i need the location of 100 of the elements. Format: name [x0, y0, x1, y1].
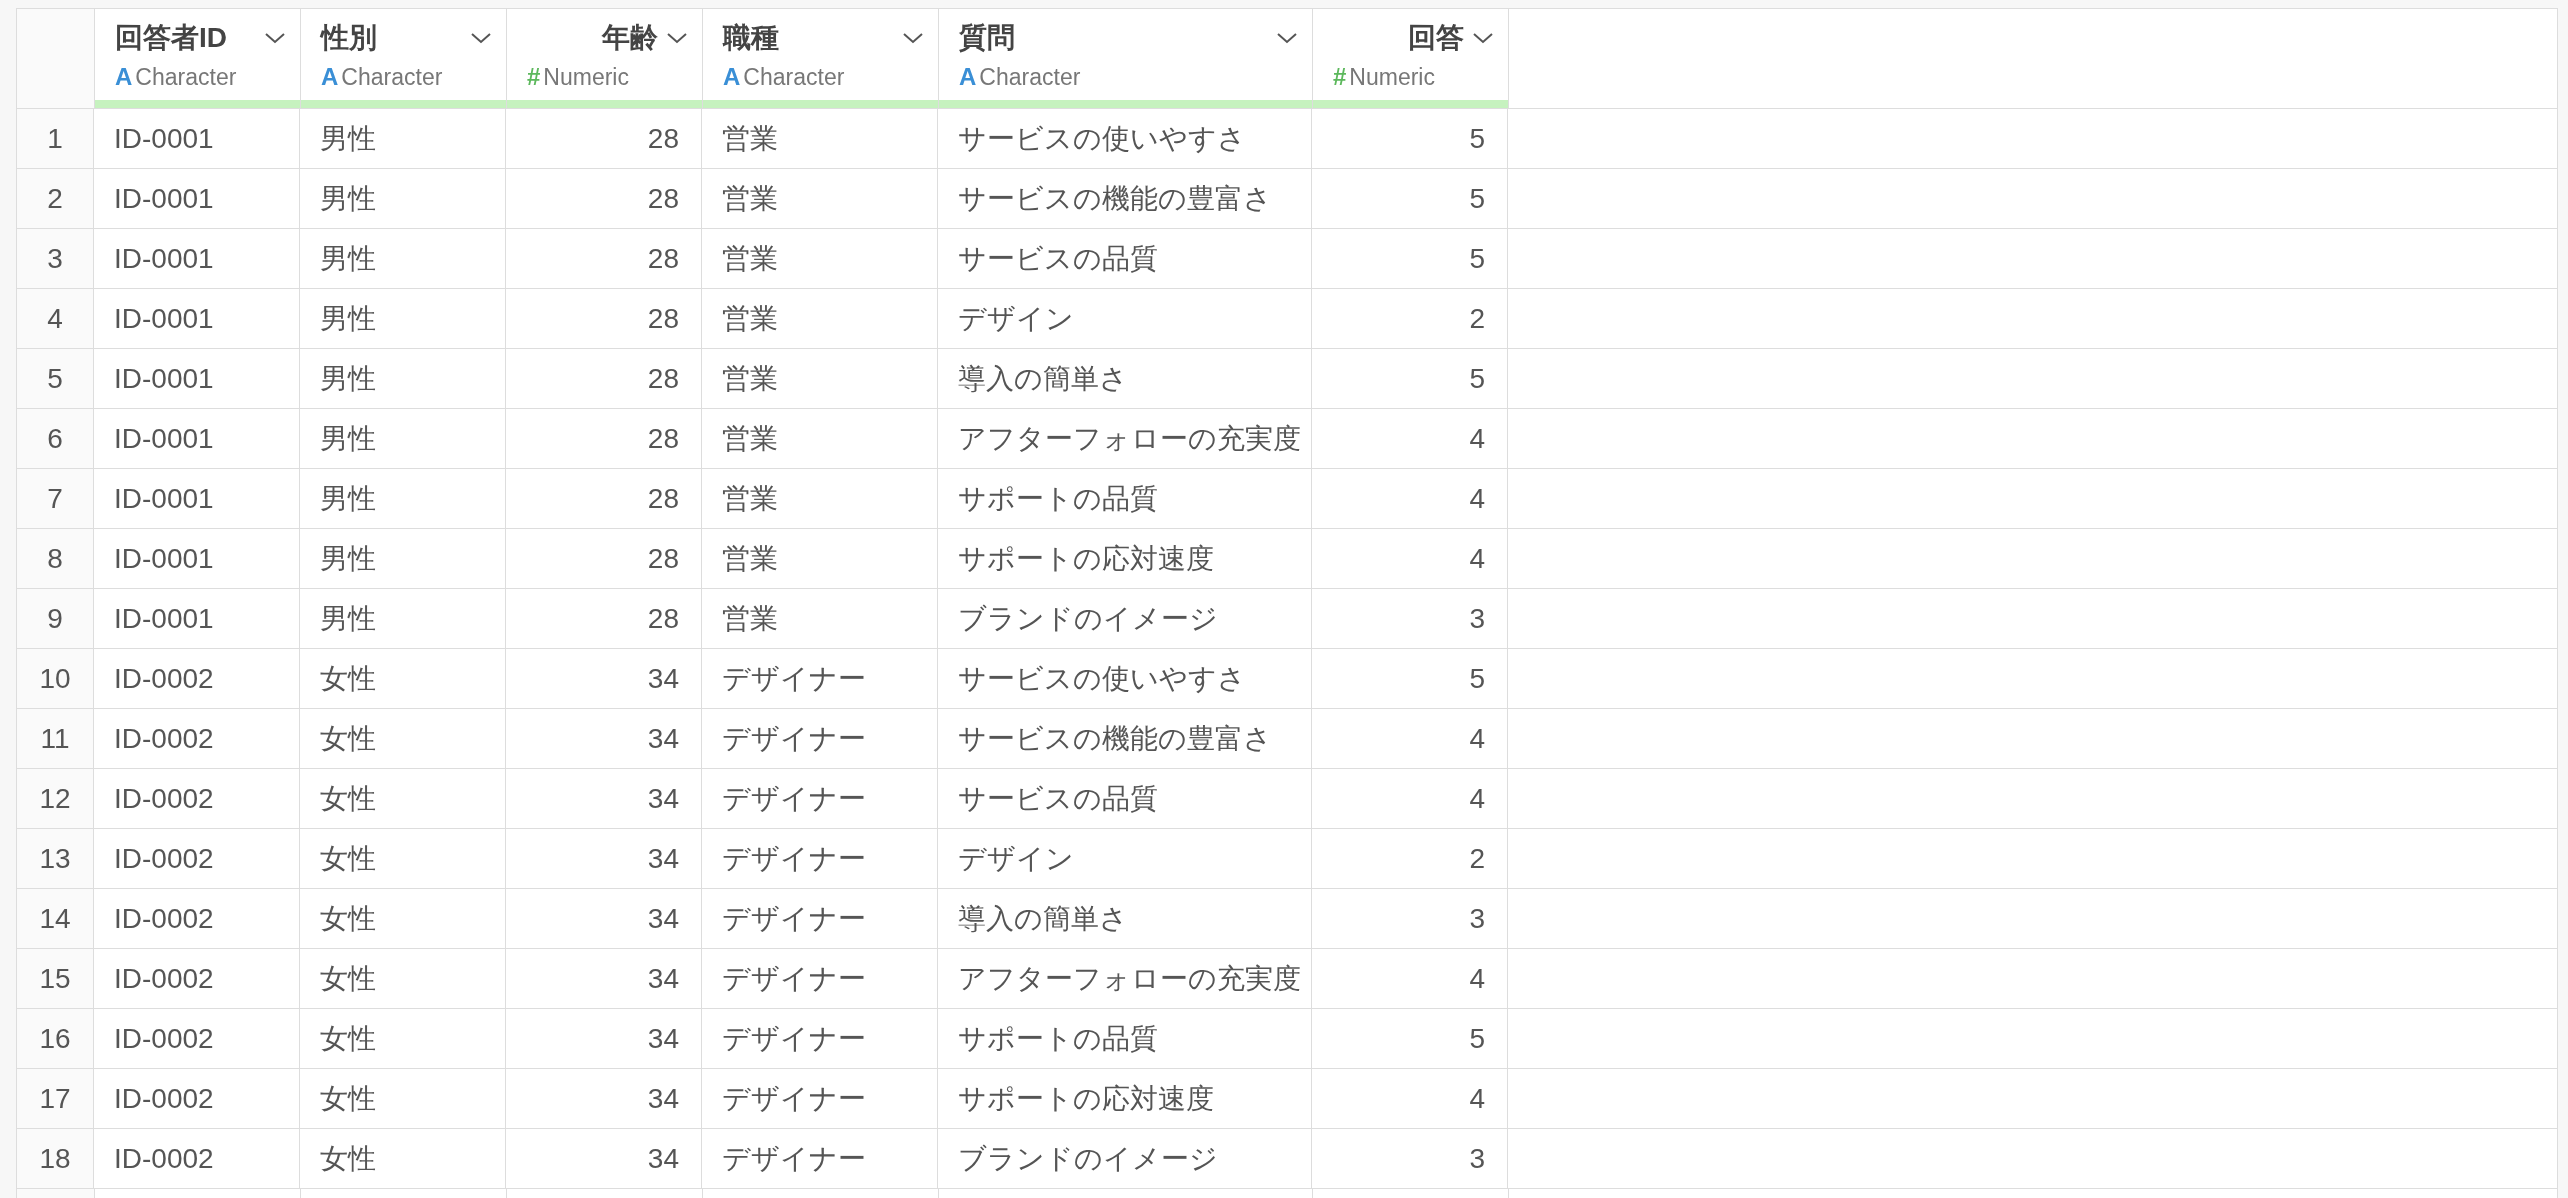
- table-cell: 男性: [300, 169, 506, 228]
- chevron-down-icon[interactable]: [1472, 31, 1494, 45]
- table-cell: 営業: [702, 589, 938, 648]
- table-cell: ID-0001: [94, 109, 300, 168]
- column-type: Character: [979, 64, 1081, 91]
- chevron-down-icon[interactable]: [470, 31, 492, 45]
- table-cell: アフターフォローの充実度: [938, 409, 1312, 468]
- chevron-down-icon[interactable]: [264, 31, 286, 45]
- table-cell: 男性: [300, 289, 506, 348]
- row-number: 14: [17, 889, 94, 948]
- row-number: 2: [17, 169, 94, 228]
- table-cell: 男性: [300, 409, 506, 468]
- table-cell: 4: [1312, 529, 1508, 588]
- table-cell: 男性: [300, 349, 506, 408]
- table-cell: サポートの応対速度: [938, 1069, 1312, 1128]
- table-cell: ID-0001: [94, 469, 300, 528]
- column-header[interactable]: 回答者ID: [115, 19, 256, 57]
- type-icon: A: [723, 63, 741, 91]
- table-cell: デザイン: [938, 829, 1312, 888]
- table-cell: 28: [506, 589, 702, 648]
- table-cell: 営業: [702, 529, 938, 588]
- table-cell: 5: [1312, 229, 1508, 288]
- table-cell: 28: [506, 469, 702, 528]
- chevron-down-icon[interactable]: [902, 31, 924, 45]
- table-cell: ID-0001: [94, 229, 300, 288]
- table-cell: 男性: [300, 229, 506, 288]
- row-number: 18: [17, 1129, 94, 1188]
- table-cell: デザイナー: [702, 889, 938, 948]
- table-cell: 営業: [702, 109, 938, 168]
- column-header[interactable]: 質問: [959, 19, 1268, 57]
- table-cell: 4: [1312, 949, 1508, 1008]
- table-cell: 4: [1312, 1069, 1508, 1128]
- column-header[interactable]: 年齢: [602, 19, 658, 57]
- chevron-down-icon[interactable]: [1276, 31, 1298, 45]
- table-cell: サポートの応対速度: [938, 529, 1312, 588]
- table-cell: 男性: [300, 589, 506, 648]
- type-icon: A: [115, 63, 133, 91]
- column-header[interactable]: 回答: [1408, 19, 1464, 57]
- column-type: Numeric: [1349, 64, 1435, 91]
- row-number: 8: [17, 529, 94, 588]
- table-cell: サービスの品質: [938, 769, 1312, 828]
- chevron-down-icon[interactable]: [666, 31, 688, 45]
- table-cell: ID-0002: [94, 829, 300, 888]
- table-cell: ID-0001: [94, 589, 300, 648]
- table-cell: 28: [506, 349, 702, 408]
- table-cell: 4: [1312, 409, 1508, 468]
- type-icon: A: [959, 63, 977, 91]
- row-number: 7: [17, 469, 94, 528]
- table-cell: 3: [1312, 589, 1508, 648]
- table-cell: 34: [506, 1069, 702, 1128]
- table-cell: サポートの品質: [938, 469, 1312, 528]
- column-header[interactable]: 職種: [723, 19, 894, 57]
- table-cell: 女性: [300, 949, 506, 1008]
- column-type: Numeric: [543, 64, 629, 91]
- table-cell: 4: [1312, 769, 1508, 828]
- table-cell: ID-0002: [94, 889, 300, 948]
- table-cell: 28: [506, 529, 702, 588]
- table-cell: サービスの機能の豊富さ: [938, 709, 1312, 768]
- column-header[interactable]: 性別: [321, 19, 462, 57]
- table-cell: 28: [506, 229, 702, 288]
- table-cell: 5: [1312, 649, 1508, 708]
- type-icon: #: [1333, 63, 1347, 91]
- table-cell: 28: [506, 409, 702, 468]
- type-icon: #: [527, 63, 541, 91]
- table-cell: アフターフォローの充実度: [938, 949, 1312, 1008]
- row-number: 10: [17, 649, 94, 708]
- column-type: Character: [341, 64, 443, 91]
- table-cell: ブランドのイメージ: [938, 589, 1312, 648]
- row-number: 17: [17, 1069, 94, 1128]
- table-cell: 男性: [300, 529, 506, 588]
- table-cell: デザイナー: [702, 949, 938, 1008]
- table-cell: 5: [1312, 109, 1508, 168]
- table-cell: 34: [506, 829, 702, 888]
- table-cell: 28: [506, 169, 702, 228]
- row-number: 1: [17, 109, 94, 168]
- row-number: 11: [17, 709, 94, 768]
- table-cell: 34: [506, 1129, 702, 1188]
- table-cell: 男性: [300, 109, 506, 168]
- table-cell: サポートの品質: [938, 1009, 1312, 1068]
- table-cell: デザイナー: [702, 709, 938, 768]
- table-cell: 女性: [300, 1069, 506, 1128]
- table-cell: 営業: [702, 169, 938, 228]
- row-number: 4: [17, 289, 94, 348]
- table-cell: 34: [506, 949, 702, 1008]
- table-cell: デザイナー: [702, 829, 938, 888]
- table-cell: 女性: [300, 1009, 506, 1068]
- table-cell: デザイナー: [702, 1129, 938, 1188]
- table-cell: 女性: [300, 1129, 506, 1188]
- table-cell: 女性: [300, 709, 506, 768]
- table-cell: 28: [506, 289, 702, 348]
- table-cell: 男性: [300, 469, 506, 528]
- table-cell: デザイナー: [702, 1009, 938, 1068]
- row-number: 16: [17, 1009, 94, 1068]
- row-number: 5: [17, 349, 94, 408]
- table-cell: ID-0002: [94, 709, 300, 768]
- table-cell: ID-0002: [94, 649, 300, 708]
- table-cell: 営業: [702, 229, 938, 288]
- table-cell: デザイナー: [702, 1069, 938, 1128]
- table-cell: 4: [1312, 469, 1508, 528]
- table-cell: デザイナー: [702, 769, 938, 828]
